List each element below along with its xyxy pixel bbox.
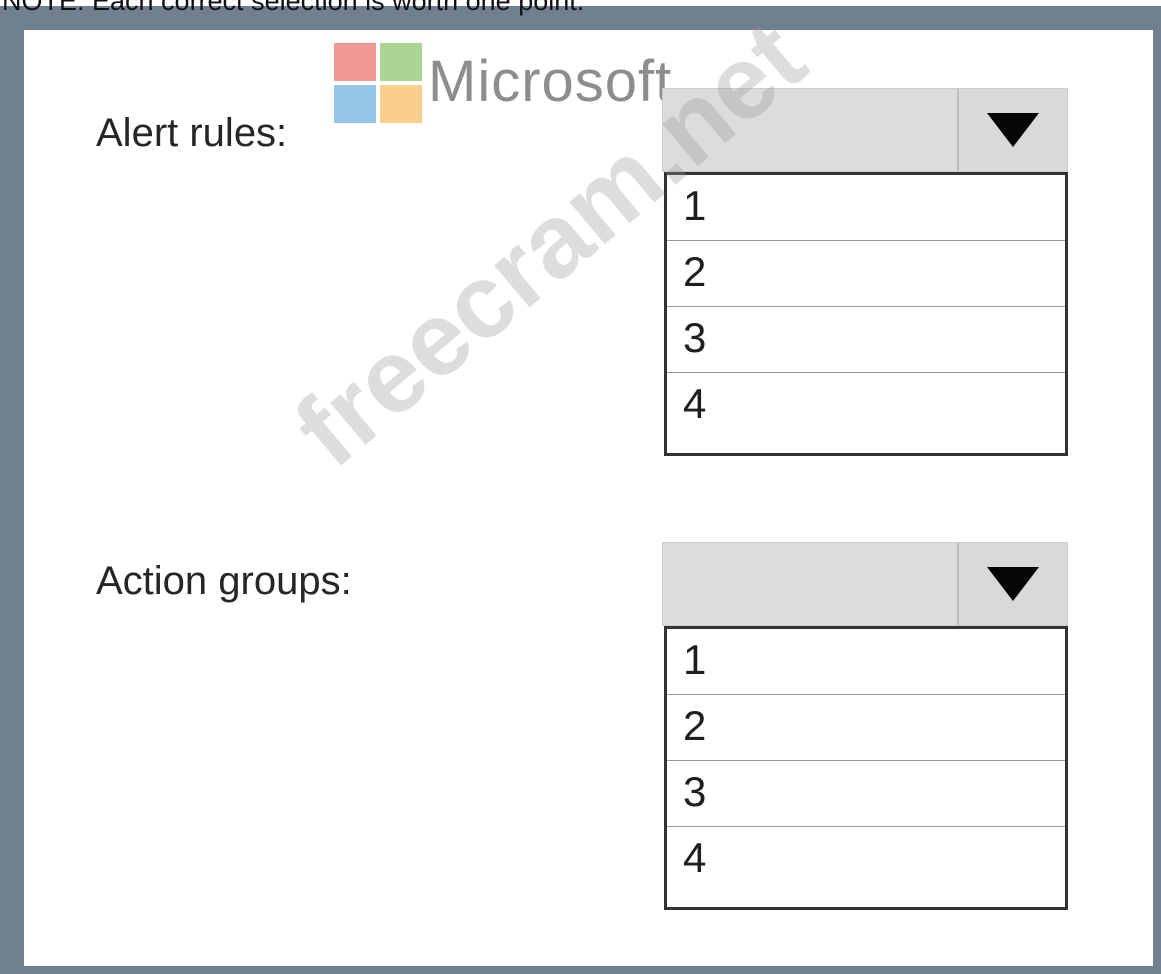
alert-rules-dropdown[interactable]: 1 2 3 4	[662, 88, 1068, 456]
alert-rules-option-3[interactable]: 3	[667, 307, 1065, 373]
action-groups-option-4[interactable]: 4	[667, 827, 1065, 907]
answer-area-panel: Microsoft Alert rules: 1 2 3 4 Action gr…	[24, 0, 1153, 966]
alert-rules-option-1[interactable]: 1	[667, 175, 1065, 241]
note-text: NOTE: Each correct selection is worth on…	[2, 0, 585, 16]
action-groups-option-2[interactable]: 2	[667, 695, 1065, 761]
triangle-down-icon	[987, 567, 1039, 601]
logo-red-square	[334, 43, 376, 81]
answer-area-frame: Microsoft Alert rules: 1 2 3 4 Action gr…	[0, 0, 1161, 974]
alert-rules-option-4[interactable]: 4	[667, 373, 1065, 453]
answer-area-page: Microsoft Alert rules: 1 2 3 4 Action gr…	[0, 0, 1161, 974]
action-groups-select[interactable]	[662, 542, 1068, 626]
action-groups-dropdown[interactable]: 1 2 3 4	[662, 542, 1068, 910]
alert-rules-select[interactable]	[662, 88, 1068, 172]
logo-blue-square	[334, 85, 376, 123]
microsoft-logo-icon	[334, 43, 424, 123]
action-groups-options-list: 1 2 3 4	[664, 626, 1068, 910]
action-groups-option-3[interactable]: 3	[667, 761, 1065, 827]
alert-rules-option-2[interactable]: 2	[667, 241, 1065, 307]
action-groups-label: Action groups:	[96, 559, 352, 603]
logo-green-square	[380, 43, 422, 81]
microsoft-wordmark: Microsoft	[428, 49, 673, 114]
triangle-down-icon	[987, 113, 1039, 147]
alert-rules-options-list: 1 2 3 4	[664, 172, 1068, 456]
logo-yellow-square	[380, 85, 422, 123]
alert-rules-label: Alert rules:	[96, 111, 288, 155]
action-groups-dropdown-button[interactable]	[957, 543, 1067, 625]
action-groups-option-1[interactable]: 1	[667, 629, 1065, 695]
alert-rules-dropdown-button[interactable]	[957, 89, 1067, 171]
